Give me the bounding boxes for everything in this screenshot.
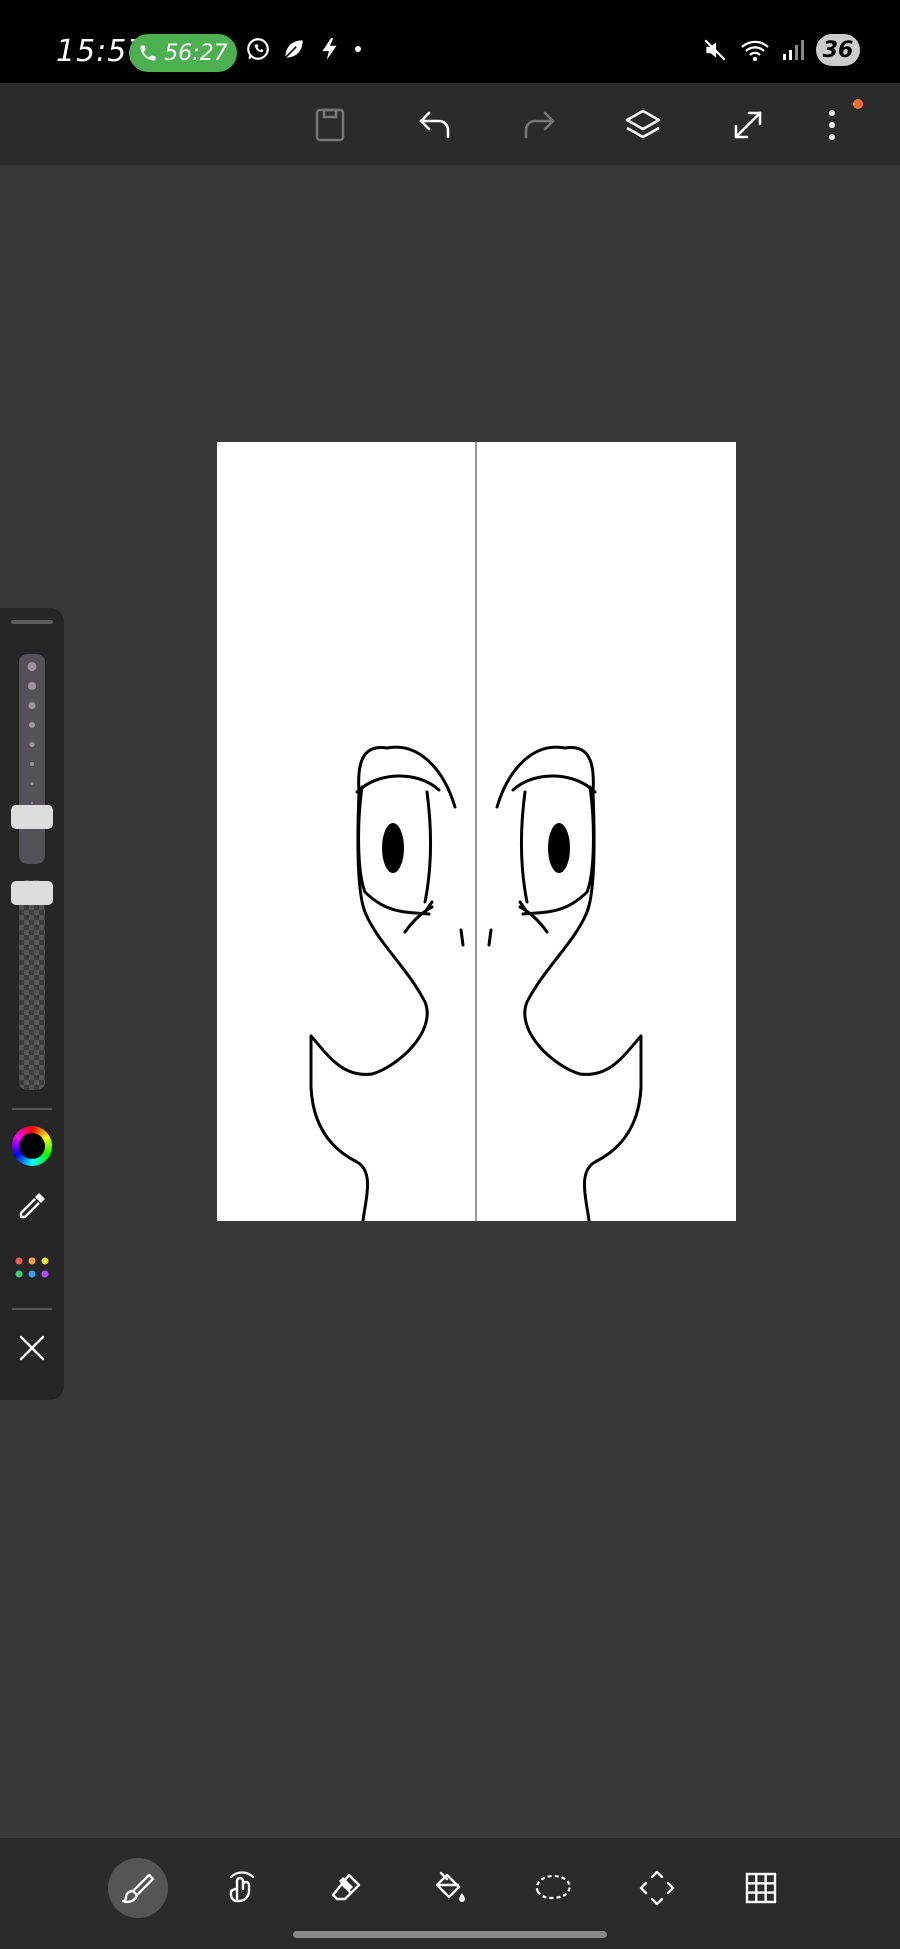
drawing-right [487,745,643,1221]
eraser-tool-button[interactable] [316,1858,376,1918]
palette-icon [13,1254,51,1282]
fullscreen-icon [730,107,766,143]
brush-icon [119,1869,157,1907]
top-toolbar [0,83,900,165]
redo-icon [521,109,557,141]
layers-icon [624,107,662,143]
drawing-svg [309,442,643,1221]
smudge-icon [223,1869,261,1907]
more-icon [827,107,837,143]
call-timer: 56:27 [164,40,228,66]
drawing-canvas[interactable] [217,442,736,1221]
lasso-icon [532,1870,574,1906]
more-notifications-icon [353,44,363,54]
palette-button[interactable] [14,1250,50,1286]
eraser-icon [327,1869,365,1907]
battery-indicator: 36 [816,34,860,66]
undo-icon [417,109,453,141]
mute-icon [702,37,728,63]
fill-icon [429,1869,469,1907]
close-icon [17,1333,47,1363]
notification-icons [245,36,363,62]
call-indicator[interactable]: 56:27 [129,34,237,72]
save-button[interactable] [306,101,354,149]
signal-icon [782,37,804,63]
grid-tool-button[interactable] [731,1858,791,1918]
flash-icon [317,36,343,62]
panel-divider-2 [12,1308,52,1310]
drawing-left [309,745,465,1221]
eye-pupil-right [548,823,570,873]
transform-icon [638,1869,676,1907]
more-button[interactable] [808,101,856,149]
brush-opacity-thumb[interactable] [11,881,53,905]
brush-tool-button[interactable] [108,1858,168,1918]
eye-pupil-left [382,823,404,873]
smudge-tool-button[interactable] [212,1858,272,1918]
grid-icon [743,1870,779,1906]
status-bar: 15:57 56:27 36 [0,0,900,83]
undo-button[interactable] [411,101,459,149]
wifi-icon [740,37,770,63]
panel-handle[interactable] [11,620,53,624]
brush-size-thumb[interactable] [11,805,53,829]
panel-divider [12,1108,52,1110]
fullscreen-button[interactable] [724,101,772,149]
brush-size-slider[interactable] [19,654,45,864]
fill-tool-button[interactable] [419,1858,479,1918]
close-panel-button[interactable] [14,1330,50,1366]
brush-opacity-slider[interactable] [19,880,45,1090]
eyedropper-icon [15,1189,49,1223]
color-wheel-icon[interactable] [12,1126,52,1166]
home-indicator[interactable] [293,1931,607,1938]
phone-icon [138,43,158,63]
whatsapp-icon [245,36,271,62]
brush-side-panel [0,608,64,1400]
notification-dot [853,99,863,109]
save-icon [313,107,347,143]
system-icons: 36 [702,34,860,66]
leaf-icon [281,36,307,62]
layers-button[interactable] [619,101,667,149]
lasso-tool-button[interactable] [523,1858,583,1918]
redo-button[interactable] [515,101,563,149]
eyedropper-button[interactable] [14,1188,50,1224]
transform-tool-button[interactable] [627,1858,687,1918]
